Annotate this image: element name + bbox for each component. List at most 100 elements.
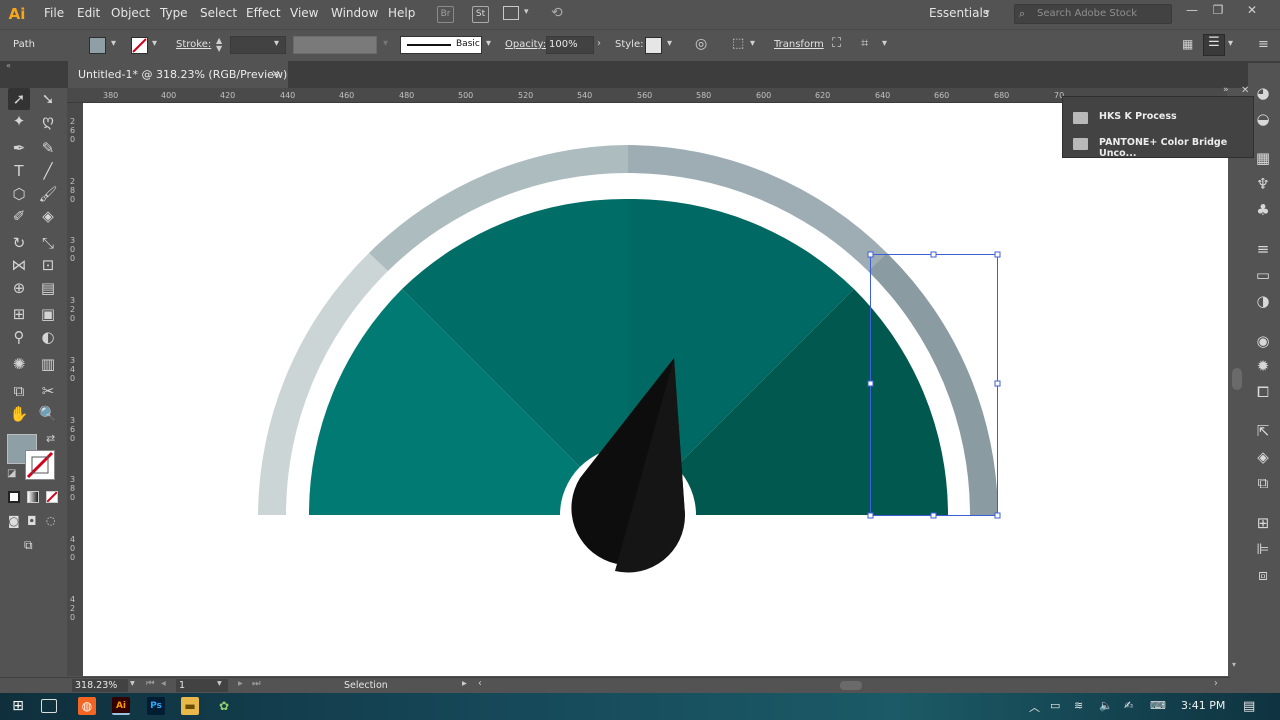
chevron-down-icon[interactable]: ▾	[882, 38, 887, 49]
align-icon[interactable]: ⬚	[732, 36, 744, 51]
layers-icon[interactable]: ◈	[1252, 447, 1274, 467]
horizontal-scrollbar-thumb[interactable]	[840, 681, 862, 690]
scroll-down-icon[interactable]: ▾	[1232, 660, 1236, 669]
variable-width-profile[interactable]	[293, 36, 377, 54]
chevron-down-icon[interactable]: ▾	[486, 38, 491, 49]
align-panel-icon[interactable]: ⊫	[1252, 539, 1274, 559]
windows-start-icon[interactable]: ⊞	[9, 697, 27, 715]
rotate-tool-icon[interactable]: ↻	[8, 232, 30, 254]
grid-arrange-icon[interactable]: ▦	[1182, 37, 1193, 51]
menu-window[interactable]: Window	[331, 6, 378, 20]
screen-mode-icon[interactable]: ⧉	[24, 538, 33, 553]
arrange-documents-icon[interactable]	[503, 6, 519, 20]
fill-swatch[interactable]	[89, 37, 106, 54]
stroke-label[interactable]: Stroke:	[176, 39, 211, 50]
curvature-tool-icon[interactable]: ✎	[37, 137, 59, 159]
magic-wand-tool-icon[interactable]: ✦	[8, 110, 30, 132]
shaper-tool-icon[interactable]: ✐	[8, 205, 30, 227]
graphic-styles-icon[interactable]: ✹	[1252, 356, 1274, 376]
show-hidden-icons[interactable]: ︿	[1029, 699, 1040, 715]
hamburger-icon[interactable]: ≡	[1258, 37, 1269, 52]
chevron-right-icon[interactable]: ›	[597, 38, 601, 49]
mesh-tool-icon[interactable]: ⊞	[8, 303, 30, 325]
graph-tool-icon[interactable]: ▥	[37, 353, 59, 375]
keyboard-icon[interactable]: ⌨	[1150, 699, 1166, 712]
firefox-icon[interactable]: ◍	[78, 697, 96, 715]
swatch-library-item[interactable]: HKS K Process	[1073, 105, 1248, 131]
color-guide-icon[interactable]: ◕	[1252, 83, 1274, 103]
appearance-icon[interactable]: ◉	[1252, 331, 1274, 351]
puppet-icon[interactable]: ⌗	[861, 36, 868, 51]
action-center-icon[interactable]: ▤	[1243, 699, 1255, 714]
chevron-down-icon[interactable]: ▾	[130, 678, 135, 689]
type-tool-icon[interactable]: T	[8, 160, 30, 182]
transform-panel-icon[interactable]: ⊞	[1252, 513, 1274, 533]
menu-view[interactable]: View	[290, 6, 318, 20]
wifi-icon[interactable]: ≋	[1074, 699, 1083, 712]
clock[interactable]: 3:41 PM	[1181, 699, 1225, 712]
last-artboard-icon[interactable]: ⏭	[252, 678, 261, 689]
isolate-icon[interactable]: ⛶	[832, 36, 841, 51]
stroke-panel-icon[interactable]: ≡	[1252, 239, 1274, 259]
photoshop-taskbar-icon[interactable]: Ps	[147, 697, 165, 715]
image-trace-icon[interactable]: ⧠	[1252, 382, 1274, 402]
close-icon[interactable]: ×	[271, 67, 280, 80]
gradient-mode-icon[interactable]	[27, 491, 39, 503]
default-colors-icon[interactable]: ◪	[7, 468, 16, 479]
gpu-performance-icon[interactable]: ⟲	[551, 5, 563, 21]
search-stock-input[interactable]: ⌕ Search Adobe Stock	[1014, 4, 1172, 24]
workspace-switcher[interactable]: Essentials	[929, 6, 989, 20]
menu-type[interactable]: Type	[160, 6, 188, 20]
restore-button[interactable]: ❐	[1207, 3, 1229, 19]
menu-edit[interactable]: Edit	[77, 6, 100, 20]
app-taskbar-icon[interactable]: ✿	[215, 697, 233, 715]
width-tool-icon[interactable]: ⋈	[8, 254, 30, 276]
chevron-down-icon[interactable]: ▾	[1228, 38, 1233, 49]
vertical-scrollbar[interactable]: ▾	[1229, 88, 1245, 678]
stock-icon[interactable]: St	[472, 6, 489, 23]
line-tool-icon[interactable]: ╱	[37, 160, 59, 182]
swatches-icon[interactable]: ▦	[1252, 148, 1274, 168]
close-window-button[interactable]: ✕	[1241, 3, 1263, 19]
task-view-icon[interactable]	[41, 699, 57, 713]
slice-tool-icon[interactable]: ✂	[37, 380, 59, 402]
artboards-icon[interactable]: ⧉	[1252, 473, 1274, 493]
blend-tool-icon[interactable]: ◐	[37, 326, 59, 348]
perspective-grid-tool-icon[interactable]: ▤	[37, 277, 59, 299]
chevron-down-icon[interactable]: ▾	[524, 7, 529, 17]
scroll-left-icon[interactable]: ‹	[478, 678, 482, 689]
status-menu-icon[interactable]: ▸	[462, 678, 467, 689]
chevron-down-icon[interactable]: ▾	[111, 38, 116, 49]
recolor-artwork-icon[interactable]: ◎	[695, 36, 707, 52]
draw-normal-icon[interactable]: ◙	[8, 514, 20, 528]
chevron-down-icon[interactable]: ▾	[152, 38, 157, 49]
menu-effect[interactable]: Effect	[246, 6, 281, 20]
scrollbar-thumb[interactable]	[1232, 368, 1242, 390]
shape-tool-icon[interactable]: ⬡	[8, 183, 30, 205]
color-mode-icon[interactable]	[8, 491, 20, 503]
chevron-down-icon[interactable]: ▾	[985, 8, 990, 18]
selection-tool-icon[interactable]: ➚	[8, 88, 30, 110]
collapse-icon[interactable]: «	[6, 61, 11, 70]
brush-definition[interactable]: Basic	[400, 36, 482, 54]
panel-menu-icon[interactable]: ☰	[1203, 34, 1225, 56]
close-icon[interactable]: ✕	[1241, 85, 1249, 96]
network-icon[interactable]: ▭	[1050, 699, 1060, 712]
bridge-icon[interactable]: Br	[437, 6, 454, 23]
opacity-field[interactable]: 100%	[546, 36, 594, 54]
lasso-tool-icon[interactable]: ღ	[37, 110, 59, 132]
gradient-panel-icon[interactable]: ▭	[1252, 265, 1274, 285]
export-icon[interactable]: ⇱	[1252, 421, 1274, 441]
menu-object[interactable]: Object	[111, 6, 150, 20]
illustrator-taskbar-icon[interactable]: Ai	[112, 697, 130, 715]
scale-tool-icon[interactable]: ⤡	[37, 232, 59, 254]
chevron-down-icon[interactable]: ▾	[750, 38, 755, 49]
eraser-tool-icon[interactable]: ◈	[37, 205, 59, 227]
menu-file[interactable]: File	[44, 6, 64, 20]
gradient-tool-icon[interactable]: ▣	[37, 303, 59, 325]
transparency-icon[interactable]: ◑	[1252, 291, 1274, 311]
stepper-icon[interactable]: ▲ ▼	[216, 37, 222, 53]
direct-selection-tool-icon[interactable]: ➘	[37, 88, 59, 110]
file-explorer-icon[interactable]: ▬	[181, 697, 199, 715]
menu-help[interactable]: Help	[388, 6, 415, 20]
